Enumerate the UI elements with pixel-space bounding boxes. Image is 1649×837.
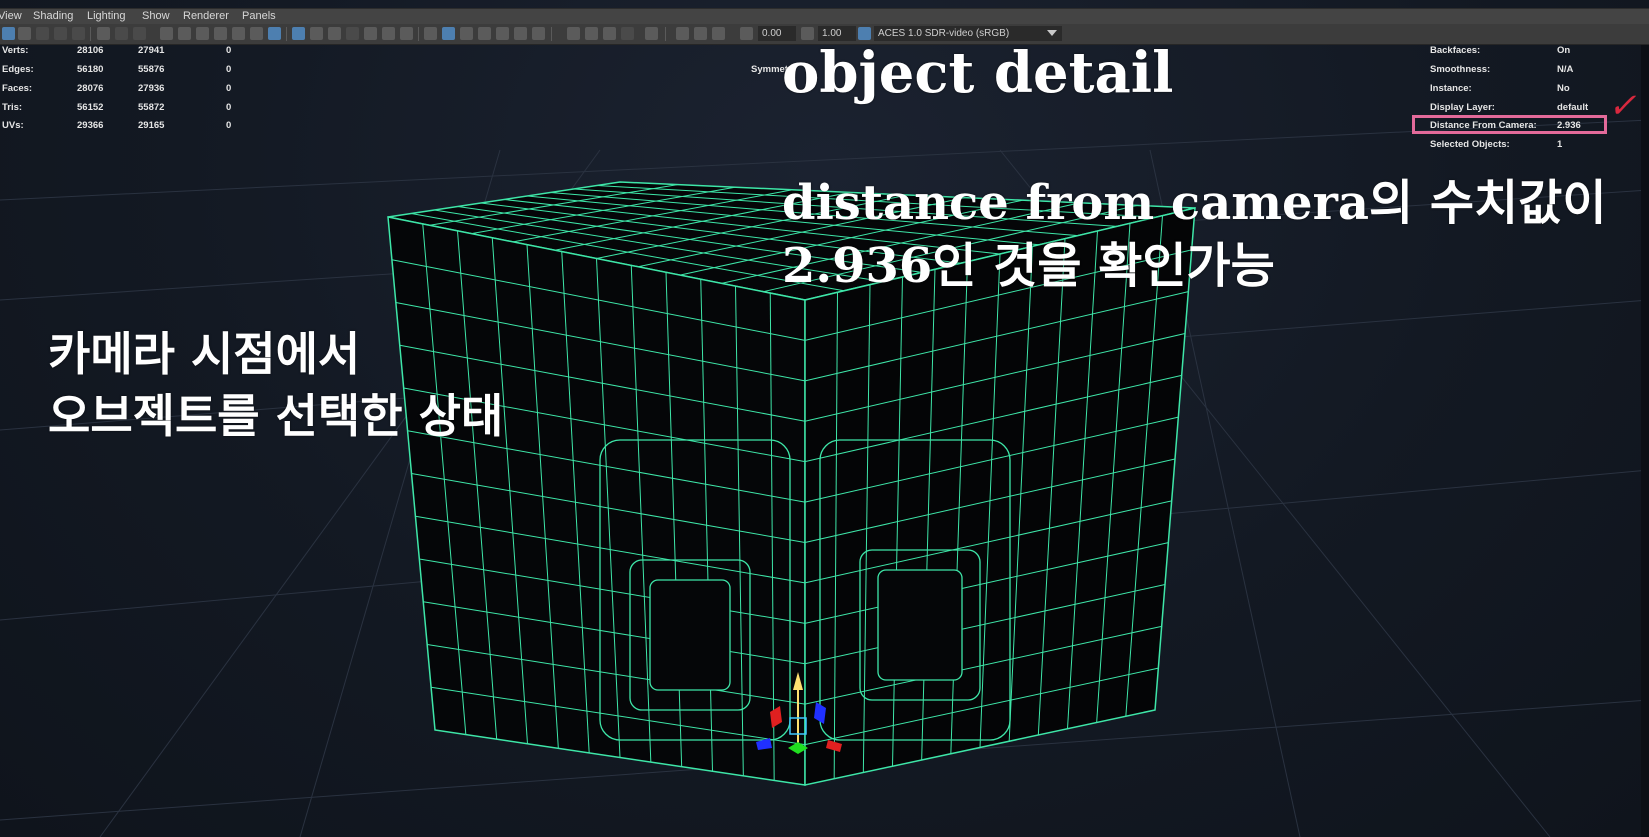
- annotation-left-line2: 오브젝트를 선택한 상태: [48, 389, 504, 443]
- hud-faces-b: 27936: [138, 83, 165, 94]
- image-plane-icon[interactable]: [54, 27, 67, 40]
- hud-instance-label: Instance:: [1430, 83, 1472, 94]
- annotation-note-line2: 2.936인 것을 확인가능: [782, 238, 1275, 294]
- toolbar-separator: [418, 27, 419, 41]
- hud-edges-a: 56180: [77, 64, 104, 75]
- toolbar-separator: [90, 27, 91, 41]
- xray-icon[interactable]: [676, 27, 689, 40]
- hud-tris-b: 55872: [138, 102, 165, 113]
- toolbar-separator: [551, 27, 552, 41]
- default-material-icon[interactable]: [460, 27, 473, 40]
- shadows-icon[interactable]: [532, 27, 545, 40]
- gate-display-icon[interactable]: [346, 27, 359, 40]
- anti-aliasing-icon[interactable]: [603, 27, 616, 40]
- film-gate-icon[interactable]: [133, 27, 146, 40]
- motion-blur-icon[interactable]: [585, 27, 598, 40]
- isolate-select-icon[interactable]: [645, 27, 658, 40]
- menu-renderer[interactable]: Renderer: [183, 10, 229, 22]
- check-mark-annotation: ✓: [1608, 86, 1637, 126]
- chevron-down-icon[interactable]: [1047, 30, 1057, 36]
- xray-joints-icon[interactable]: [694, 27, 707, 40]
- menu-panels[interactable]: Panels: [242, 10, 276, 22]
- hud-uvs-label: UVs:: [2, 120, 24, 131]
- hud-verts-b: 27941: [138, 45, 165, 56]
- hud-faces-c: 0: [226, 83, 232, 94]
- menu-shading[interactable]: Shading: [33, 10, 73, 22]
- color-management-icon[interactable]: [858, 27, 871, 40]
- menu-show[interactable]: Show: [142, 10, 170, 22]
- safe-display-icon[interactable]: [382, 27, 395, 40]
- wireframe-toggle-icon[interactable]: [268, 27, 281, 40]
- hud-smoothness-value: N/A: [1557, 64, 1574, 75]
- grid-icon[interactable]: [292, 27, 305, 40]
- safe-title-icon[interactable]: [250, 27, 263, 40]
- hud-display-layer-value: default: [1557, 102, 1589, 113]
- camera-attributes-icon[interactable]: [18, 27, 31, 40]
- gate-mask-icon[interactable]: [196, 27, 209, 40]
- hud-tris-a: 56152: [77, 102, 104, 113]
- menu-view[interactable]: View: [0, 10, 22, 22]
- textured-icon[interactable]: [496, 27, 509, 40]
- ambient-occlusion-icon[interactable]: [567, 27, 580, 40]
- hud-faces-label: Faces:: [2, 83, 33, 94]
- hud-edges-b: 55876: [138, 64, 165, 75]
- annotation-note-line1: distance from camera의 수치값이: [782, 175, 1607, 231]
- gamma-icon[interactable]: [801, 27, 814, 40]
- menu-lighting[interactable]: Lighting: [87, 10, 126, 22]
- grease-pencil-icon[interactable]: [97, 27, 110, 40]
- lighting-icon[interactable]: [514, 27, 527, 40]
- hud-faces-a: 28076: [77, 83, 104, 94]
- hud-smoothness-label: Smoothness:: [1430, 64, 1491, 75]
- title-display-icon[interactable]: [400, 27, 413, 40]
- gamma-field[interactable]: 1.00: [818, 26, 856, 41]
- hud-selected-objects-label: Selected Objects:: [1430, 139, 1510, 150]
- hud-instance-value: No: [1557, 83, 1570, 94]
- film-gate-display-icon[interactable]: [310, 27, 323, 40]
- hud-edges-label: Edges:: [2, 64, 34, 75]
- 2d-pan-zoom-icon[interactable]: [72, 27, 85, 40]
- field-chart-icon[interactable]: [214, 27, 227, 40]
- hud-verts-label: Verts:: [2, 45, 29, 56]
- hud-display-layer-label: Display Layer:: [1430, 102, 1495, 113]
- hud-selected-objects-value: 1: [1557, 139, 1563, 150]
- resolution-gate-icon[interactable]: [178, 27, 191, 40]
- safe-action-icon[interactable]: [232, 27, 245, 40]
- hud-uvs-a: 29366: [77, 120, 104, 131]
- annotation-title: object detail: [782, 40, 1174, 106]
- hud-backfaces-value: On: [1557, 45, 1571, 56]
- camera-lock-icon[interactable]: [115, 27, 128, 40]
- hud-backfaces-label: Backfaces:: [1430, 45, 1481, 56]
- resolution-display-icon[interactable]: [328, 27, 341, 40]
- field-display-icon[interactable]: [364, 27, 377, 40]
- hud-uvs-c: 0: [226, 120, 232, 131]
- bookmark-icon[interactable]: [36, 27, 49, 40]
- camera-icon[interactable]: [160, 27, 173, 40]
- toolbar-separator: [286, 27, 287, 41]
- wireframe-icon[interactable]: [424, 27, 437, 40]
- hud-tris-label: Tris:: [2, 102, 23, 113]
- hud-verts-a: 28106: [77, 45, 104, 56]
- depth-of-field-icon[interactable]: [621, 27, 634, 40]
- viewport-edge: [1641, 44, 1649, 837]
- annotation-left-line1: 카메라 시점에서: [48, 327, 361, 381]
- hud-edges-c: 0: [226, 64, 232, 75]
- view-transform-dropdown[interactable]: ACES 1.0 SDR-video (sRGB): [874, 26, 1062, 41]
- panel-menu-bar: View Shading Lighting Show Renderer Pane…: [0, 8, 1649, 25]
- exposure-field[interactable]: 0.00: [758, 26, 796, 41]
- wireframe-on-shaded-icon[interactable]: [478, 27, 491, 40]
- toolbar-separator: [665, 27, 666, 41]
- backface-culling-icon[interactable]: [712, 27, 725, 40]
- exposure-icon[interactable]: [740, 27, 753, 40]
- distance-highlight-box: [1412, 115, 1607, 134]
- hud-tris-c: 0: [226, 102, 232, 113]
- hud-verts-c: 0: [226, 45, 232, 56]
- select-camera-icon[interactable]: [2, 27, 15, 40]
- hud-uvs-b: 29165: [138, 120, 165, 131]
- smooth-shade-icon[interactable]: [442, 27, 455, 40]
